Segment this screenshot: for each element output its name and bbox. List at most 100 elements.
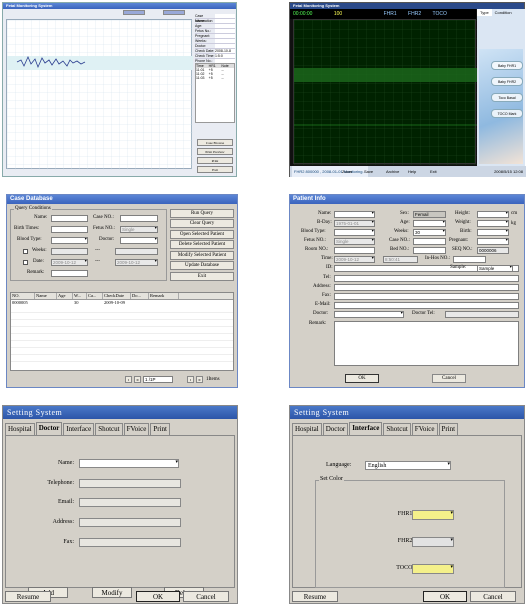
side-button[interactable]: Exit: [197, 166, 233, 173]
table-column-header[interactable]: Do...: [131, 293, 149, 299]
table-column-header[interactable]: NO.: [11, 293, 35, 299]
weeks-to[interactable]: [115, 248, 158, 255]
doctor-field-input[interactable]: [79, 498, 181, 507]
wave-color-picker[interactable]: [412, 510, 454, 520]
doctor-select[interactable]: [334, 311, 404, 318]
toolbar-item[interactable]: Zoom: [342, 166, 352, 177]
doctor-field-input[interactable]: [79, 479, 181, 488]
pregnant-input[interactable]: [477, 238, 509, 245]
toolbar-item[interactable]: Help: [408, 166, 416, 177]
cdb-button[interactable]: Run Query: [170, 209, 234, 218]
cdb-button[interactable]: Modify Selected Patient: [170, 251, 234, 260]
table-column-header[interactable]: W...: [73, 293, 87, 299]
birth-input[interactable]: [477, 229, 509, 236]
weeks-from[interactable]: [51, 248, 88, 255]
table-column-header[interactable]: Age: [57, 293, 73, 299]
cdb-button[interactable]: Update Database: [170, 261, 234, 270]
time-date[interactable]: 2009-10-12: [334, 256, 375, 263]
ok-button[interactable]: OK: [423, 591, 467, 602]
wave-color-picker[interactable]: [412, 564, 454, 574]
height-input[interactable]: [477, 211, 509, 218]
birth-input[interactable]: [51, 226, 88, 233]
cdb-button[interactable]: Delete Selected Patient: [170, 240, 234, 249]
toolbar-item[interactable]: Save: [364, 166, 373, 177]
blood-select[interactable]: [334, 229, 375, 236]
tab-hospital[interactable]: Hospital: [292, 423, 322, 435]
patient-ok-button[interactable]: OK: [345, 374, 379, 383]
bedno-input[interactable]: [413, 247, 446, 254]
sample-select[interactable]: Sample: [477, 265, 513, 272]
cdb-button[interactable]: Open Selected Patient: [170, 230, 234, 239]
tab-fvoice[interactable]: FVoice: [123, 423, 150, 435]
side-button[interactable]: Case Browse: [197, 139, 233, 146]
table-column-header[interactable]: Remark: [149, 293, 179, 299]
seq-input[interactable]: 0000006: [477, 247, 509, 254]
fetus-select[interactable]: Single: [120, 226, 158, 233]
resume-button[interactable]: Resume: [5, 591, 51, 602]
name-input[interactable]: [51, 215, 88, 222]
resume-button[interactable]: Resume: [292, 591, 338, 602]
age-input[interactable]: [413, 220, 446, 227]
doctor-field-input[interactable]: [79, 538, 181, 547]
last-page-button[interactable]: »: [196, 376, 203, 383]
fetus-select[interactable]: Single: [334, 238, 375, 245]
side-item[interactable]: TOCO Mark: [491, 109, 523, 118]
room-input[interactable]: [334, 247, 375, 254]
tab-fvoice[interactable]: FVoice: [411, 423, 438, 435]
weeks-checkbox[interactable]: [23, 249, 28, 254]
address-input[interactable]: [334, 284, 519, 291]
first-page-button[interactable]: «: [134, 376, 141, 383]
fax-input[interactable]: [334, 293, 519, 300]
ok-button[interactable]: OK: [136, 591, 180, 602]
cdb-button[interactable]: Clear Query: [170, 219, 234, 228]
tab-doctor[interactable]: Doctor: [35, 422, 63, 435]
date-checkbox[interactable]: [23, 260, 28, 265]
modify-doctor-button[interactable]: Modify: [92, 587, 132, 598]
tab-interface[interactable]: Interface: [63, 423, 95, 435]
side-button[interactable]: Print Preview: [197, 148, 233, 155]
side-item[interactable]: Toco Basal: [491, 93, 523, 102]
doctor-field-input[interactable]: [79, 459, 179, 468]
caseno-input[interactable]: [120, 215, 158, 222]
tel-input[interactable]: [334, 275, 519, 282]
side-item[interactable]: Baby FHR2: [491, 77, 523, 86]
top-btn-1[interactable]: [123, 10, 145, 15]
doctor-select[interactable]: [120, 237, 158, 244]
date-to[interactable]: 2009-10-12: [115, 259, 158, 266]
tab-shotcut[interactable]: Shotcut: [95, 423, 123, 435]
top-btn-2[interactable]: [163, 10, 185, 15]
weight-input[interactable]: [477, 220, 509, 227]
side-item[interactable]: Baby FHR1: [491, 61, 523, 70]
doctor-tel-input[interactable]: [445, 311, 519, 318]
patient-cancel-button[interactable]: Cancel: [432, 374, 466, 383]
tab-shotcut[interactable]: Shotcut: [383, 423, 411, 435]
side-button[interactable]: Print: [197, 157, 233, 164]
wave-color-picker[interactable]: [412, 537, 454, 547]
table-column-header[interactable]: CheckDate: [103, 293, 131, 299]
bday-input[interactable]: 1975-01-01: [334, 220, 375, 227]
doctor-field-input[interactable]: [79, 518, 181, 527]
prev-page-button[interactable]: ‹: [125, 376, 132, 383]
toolbar-item[interactable]: Exit: [430, 166, 437, 177]
cdb-button[interactable]: Exit: [170, 272, 234, 281]
remark-input[interactable]: [334, 321, 519, 366]
tab-print[interactable]: Print: [438, 423, 459, 435]
cancel-button[interactable]: Cancel: [183, 591, 229, 602]
next-page-button[interactable]: ›: [187, 376, 194, 383]
inhos-input[interactable]: [453, 256, 486, 263]
table-column-header[interactable]: Name: [35, 293, 57, 299]
table-column-header[interactable]: Ca...: [87, 293, 103, 299]
tab-interface[interactable]: Interface: [349, 422, 383, 435]
language-select[interactable]: English: [365, 461, 451, 470]
name-input[interactable]: [334, 211, 375, 218]
sex-select[interactable]: Femail: [413, 211, 446, 218]
caseno-input[interactable]: [413, 238, 446, 245]
remark-input[interactable]: [51, 270, 88, 277]
tab-print[interactable]: Print: [150, 423, 170, 435]
weeks-input[interactable]: 30: [413, 229, 446, 236]
email-input[interactable]: [334, 302, 519, 309]
cancel-button[interactable]: Cancel: [470, 591, 516, 602]
tab-hospital[interactable]: Hospital: [5, 423, 35, 435]
date-from[interactable]: 2009-10-12: [51, 259, 88, 266]
time-clock[interactable]: 8:50:41: [383, 256, 418, 263]
